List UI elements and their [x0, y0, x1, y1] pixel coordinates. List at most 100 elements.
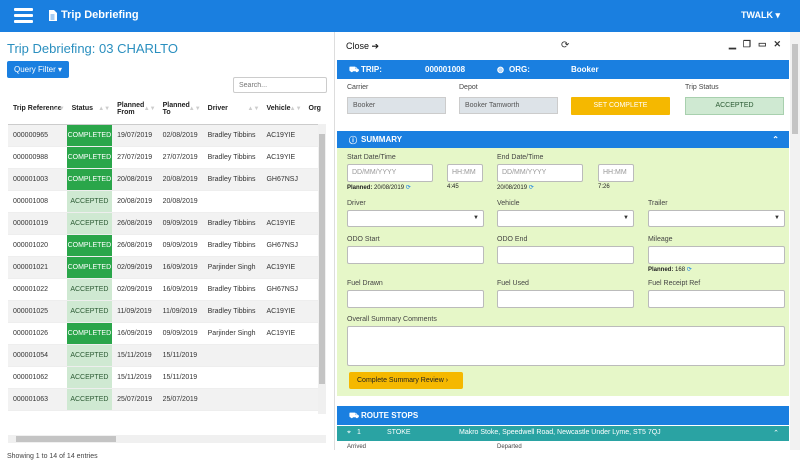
cell-trip-ref: 000001008	[8, 190, 67, 213]
refresh-icon[interactable]: ⟳	[561, 40, 569, 51]
vehicle-select[interactable]: ▼	[497, 210, 634, 227]
cell-trip-ref: 000001062	[8, 366, 67, 389]
cell-status: COMPLETED	[66, 322, 113, 345]
table-row[interactable]: 000001054 ACCEPTED 15/11/2019 15/11/2019	[8, 344, 326, 367]
table-horizontal-scrollbar[interactable]	[8, 435, 326, 443]
cell-trip-ref: 000001025	[8, 300, 67, 323]
table-row[interactable]: 000000965 COMPLETED 19/07/2019 02/08/2019 Br…	[8, 124, 326, 147]
cell-driver	[202, 388, 262, 411]
mileage-input[interactable]	[648, 246, 785, 264]
table-row[interactable]: 000001008 ACCEPTED 20/08/2019 20/08/2019	[8, 190, 326, 213]
cell-planned-from: 15/11/2019	[112, 366, 158, 389]
sync-icon[interactable]: ⟳	[529, 185, 534, 191]
col-vehicle[interactable]: Vehicle ▲▼	[261, 94, 304, 125]
odo-start-input[interactable]	[347, 246, 484, 264]
end-date-input[interactable]: DD/MM/YYYY	[497, 164, 583, 182]
route-stops-label: ROUTE STOPS	[361, 411, 419, 420]
menu-icon[interactable]	[14, 8, 33, 23]
fuel-drawn-input[interactable]	[347, 290, 484, 308]
cell-driver: Bradley Tibbins	[202, 124, 262, 147]
start-date-input[interactable]: DD/MM/YYYY	[347, 164, 433, 182]
table-row[interactable]: 000001062 ACCEPTED 15/11/2019 15/11/2019	[8, 366, 326, 389]
col-driver[interactable]: Driver ▲▼	[202, 94, 262, 125]
cell-status: ACCEPTED	[66, 190, 113, 213]
maximize-icon[interactable]: ▭	[758, 39, 767, 50]
odo-end-input[interactable]	[497, 246, 634, 264]
table-row[interactable]: 000001026 COMPLETED 16/09/2019 09/09/2019 Pa…	[8, 322, 326, 345]
start-time-input[interactable]: HH:MM	[447, 164, 483, 182]
cell-planned-to: 25/07/2019	[157, 388, 203, 411]
driver-select[interactable]: ▼	[347, 210, 484, 227]
status-badge: COMPLETED	[66, 322, 113, 344]
table-row[interactable]: 000001020 COMPLETED 26/08/2019 09/09/2019 Br…	[8, 234, 326, 257]
col-planned-to[interactable]: Planned To ▲▼	[157, 94, 203, 125]
fuel-receipt-input[interactable]	[648, 290, 785, 308]
odo-end-label: ODO End	[497, 236, 528, 243]
col-org[interactable]: Org	[303, 94, 326, 125]
document-icon	[49, 9, 57, 21]
search-input[interactable]	[233, 77, 327, 93]
table-row[interactable]: 000001022 ACCEPTED 02/09/2019 16/09/2019 Bra…	[8, 278, 326, 301]
close-icon[interactable]: ✕	[773, 39, 781, 50]
collapse-icon[interactable]: ⌃	[772, 135, 779, 144]
arrived-label: Arrived	[347, 444, 367, 450]
collapse-icon[interactable]: ⌃	[773, 429, 779, 437]
query-filter-button[interactable]: Query Filter ▾	[7, 61, 70, 78]
route-stops-header[interactable]: ⛟ ROUTE STOPS	[337, 406, 789, 425]
summary-header[interactable]: ⓘ SUMMARY ⌃	[337, 131, 789, 148]
table-info: Showing 1 to 14 of 14 entries	[7, 453, 98, 460]
cell-planned-from: 25/07/2019	[112, 388, 158, 411]
table-row[interactable]: 000000988 COMPLETED 27/07/2019 27/07/2019 Br…	[8, 146, 326, 169]
trip-value: 000001008	[425, 65, 466, 74]
route-stop-row[interactable]: ⌖ 1 STOKE Makro Stoke, Speedwell Road, N…	[337, 426, 789, 441]
sort-icon: ▲▼	[52, 106, 65, 112]
planned-start-date: 20/08/2019	[374, 185, 405, 191]
col-trip-reference[interactable]: Trip Reference ▲▼	[8, 94, 67, 125]
comments-textarea[interactable]	[347, 326, 785, 366]
col-label: Driver	[207, 105, 228, 113]
table-row[interactable]: 000001025 ACCEPTED 11/09/2019 11/09/2019 Bra…	[8, 300, 326, 323]
table-row[interactable]: 000001021 COMPLETED 02/09/2019 16/09/2019 Pa…	[8, 256, 326, 279]
cell-driver: Bradley Tibbins	[202, 146, 262, 169]
cell-driver	[202, 344, 262, 367]
detail-scrollbar[interactable]	[790, 32, 800, 450]
cell-trip-ref: 000001022	[8, 278, 67, 301]
table-vertical-scrollbar[interactable]	[318, 124, 326, 414]
cell-status: COMPLETED	[66, 168, 113, 191]
planned-start-time: 4:45	[447, 184, 459, 190]
odo-start-label: ODO Start	[347, 236, 380, 243]
user-menu[interactable]: TWALK ▾	[741, 10, 780, 21]
trips-table-wrapper: Trip Reference ▲▼ Status ▲▼ Planned From ▲▼…	[8, 94, 326, 434]
dropdown-icon: ▼	[473, 215, 479, 221]
table-row[interactable]: 000001019 ACCEPTED 26/08/2019 09/09/2019 Bra…	[8, 212, 326, 235]
restore-icon[interactable]: ❐	[743, 39, 751, 50]
minimize-icon[interactable]: ▁	[729, 39, 736, 50]
cell-trip-ref: 000001020	[8, 234, 67, 257]
trailer-select[interactable]: ▼	[648, 210, 785, 227]
table-row[interactable]: 000001003 COMPLETED 20/08/2019 20/08/2019 Br…	[8, 168, 326, 191]
start-planned: Planned: 20/08/2019 ⟳	[347, 184, 411, 191]
col-planned-from[interactable]: Planned From ▲▼	[112, 94, 158, 125]
sort-icon: ▲▼	[143, 106, 156, 112]
status-badge: ACCEPTED	[66, 212, 113, 234]
complete-summary-review-button[interactable]: Complete Summary Review ›	[349, 372, 463, 389]
cell-status: ACCEPTED	[66, 388, 113, 411]
table-row[interactable]: 000001063 ACCEPTED 25/07/2019 25/07/2019	[8, 388, 326, 411]
sync-icon[interactable]: ⟳	[687, 267, 692, 273]
org-value: Booker	[571, 65, 599, 74]
trip-detail-panel: Close ➔ ⟳ ▁ ❐ ▭ ✕ ⛟ TRIP: 000001008 ◍ OR…	[334, 32, 800, 450]
app-title: Trip Debriefing	[48, 9, 139, 21]
set-complete-button[interactable]: SET COMPLETE	[571, 97, 670, 115]
sync-icon[interactable]: ⟳	[406, 185, 411, 191]
end-time-input[interactable]: HH:MM	[598, 164, 634, 182]
col-label: Planned To	[162, 101, 190, 116]
cell-status: COMPLETED	[66, 256, 113, 279]
col-status[interactable]: Status ▲▼	[66, 94, 113, 125]
status-badge: ACCEPTED	[66, 278, 113, 300]
cell-vehicle: AC19YIE	[261, 300, 304, 323]
status-badge: COMPLETED	[66, 124, 113, 146]
fuel-used-input[interactable]	[497, 290, 634, 308]
status-badge: ACCEPTED	[66, 344, 113, 366]
sort-icon: ▲▼	[247, 106, 260, 112]
close-button[interactable]: Close ➔	[346, 41, 379, 52]
